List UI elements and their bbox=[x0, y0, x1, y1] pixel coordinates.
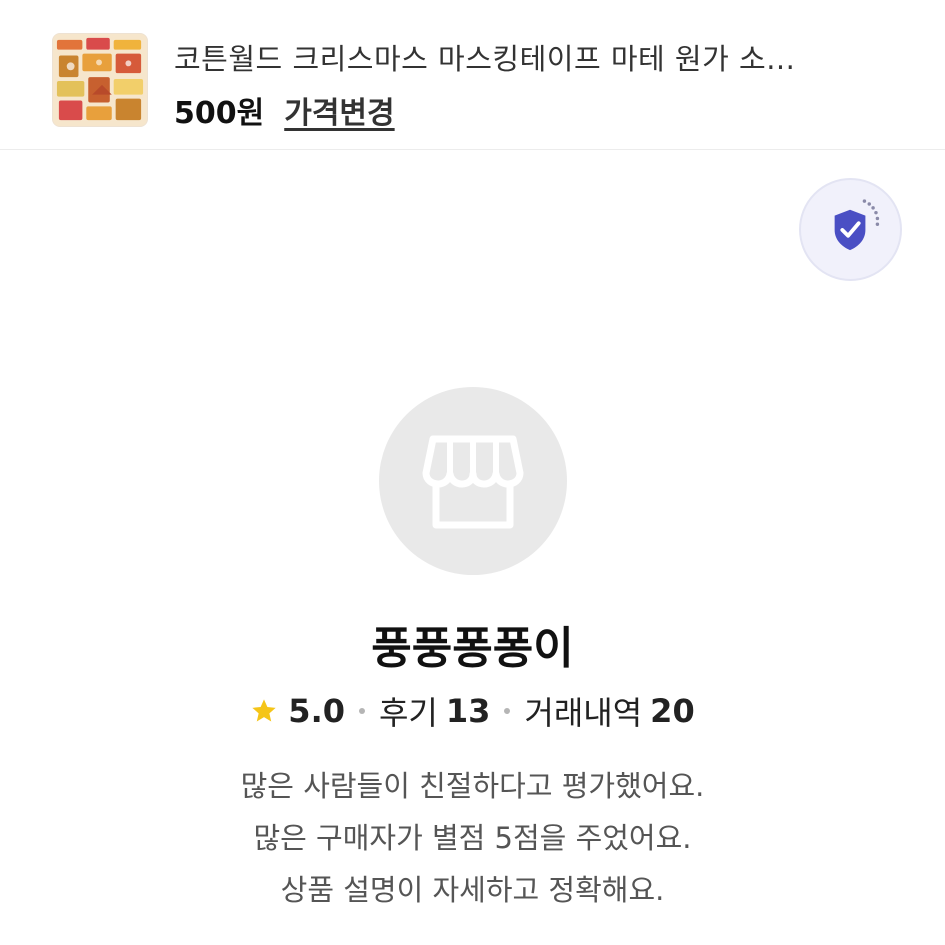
rating-value: 5.0 bbox=[288, 692, 345, 730]
shield-check-icon bbox=[834, 199, 880, 251]
reviews-count[interactable]: 13 bbox=[446, 692, 491, 730]
product-thumbnail[interactable] bbox=[52, 33, 148, 127]
safety-shield-button[interactable] bbox=[799, 178, 902, 281]
product-thumbnail-image bbox=[53, 34, 147, 126]
trades-count[interactable]: 20 bbox=[650, 692, 695, 730]
store-name: 풍풍퐁퐁이 bbox=[371, 623, 574, 674]
separator-dot bbox=[504, 708, 511, 714]
store-profile-page: 코튼월드 크리스마스 마스킹테이프 마테 원가 소... 500원 가격변경 풍… bbox=[0, 0, 945, 945]
reviews-label[interactable]: 후기 bbox=[379, 688, 438, 734]
price-change-link[interactable]: 가격변경 bbox=[284, 88, 394, 132]
star-icon bbox=[252, 699, 276, 722]
price-row: 500원 가격변경 bbox=[174, 88, 395, 132]
separator-dot bbox=[358, 708, 365, 714]
product-header[interactable]: 코튼월드 크리스마스 마스킹테이프 마테 원가 소... 500원 가격변경 bbox=[0, 0, 945, 150]
store-highlights: 많은 사람들이 친절하다고 평가했어요. 많은 구매자가 별점 5점을 주었어요… bbox=[0, 760, 945, 916]
highlight-line: 상품 설명이 자세하고 정확해요. bbox=[280, 873, 665, 907]
storefront-icon bbox=[422, 435, 524, 529]
product-title: 코튼월드 크리스마스 마스킹테이프 마테 원가 소... bbox=[174, 42, 796, 76]
store-stats: 5.0 후기 13 거래내역 20 bbox=[0, 688, 945, 734]
highlight-line: 많은 사람들이 친절하다고 평가했어요. bbox=[240, 769, 705, 803]
trades-label[interactable]: 거래내역 bbox=[524, 688, 642, 734]
store-avatar[interactable] bbox=[379, 387, 567, 575]
highlight-line: 많은 구매자가 별점 5점을 주었어요. bbox=[253, 821, 692, 855]
product-price: 500원 bbox=[174, 96, 265, 131]
